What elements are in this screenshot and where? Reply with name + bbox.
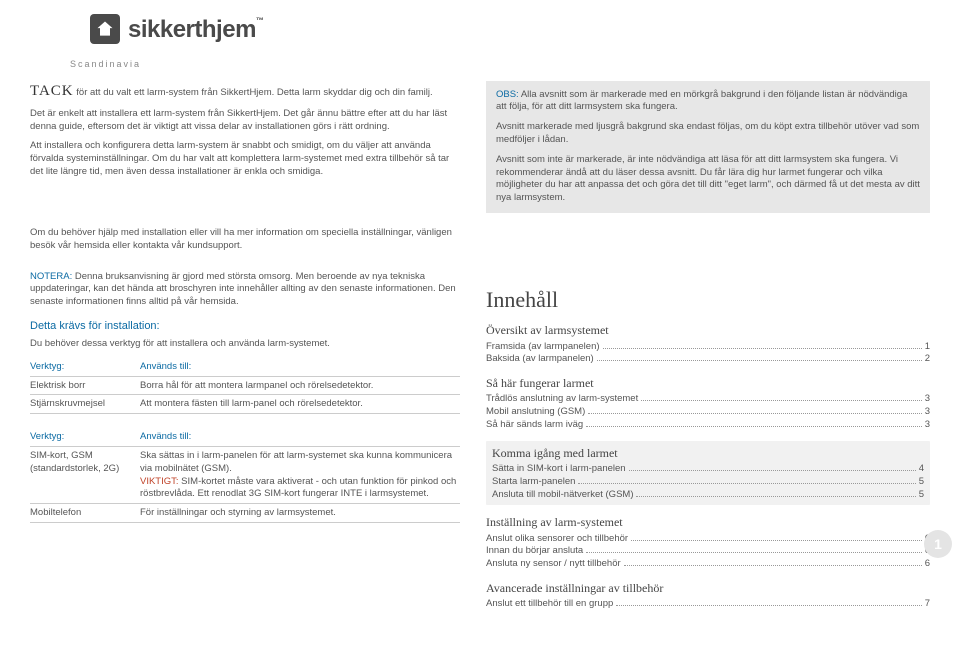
toc-section-head: Avancerade inställningar av tillbehör	[486, 580, 930, 596]
toc-section-head: Komma igång med larmet	[492, 445, 924, 461]
table-row: StjärnskruvmejselAtt montera fästen till…	[30, 395, 460, 414]
toc-section: Inställning av larm-systemet Anslut olika…	[486, 514, 930, 571]
toc-item: Sätta in SIM-kort i larm-panelen4	[492, 463, 924, 476]
table-row: Mobiltelefon För inställningar och styrn…	[30, 504, 460, 523]
tools-table-1: Verktyg:Används till: Elektrisk borrBorr…	[30, 358, 460, 414]
toc-section-head: Inställning av larm-systemet	[486, 514, 930, 530]
obs-lead: OBS:	[496, 89, 519, 100]
toc-item: Innan du börjar ansluta6	[486, 545, 930, 558]
brand-block: sikkerthjem™ Scandinavia	[30, 14, 930, 71]
toc-item: Anslut olika sensorer och tillbehör6	[486, 533, 930, 546]
toc-title: Innehåll	[486, 285, 930, 315]
tools-table-2: Verktyg:Används till: SIM-kort, GSM (sta…	[30, 428, 460, 523]
trademark-icon: ™	[256, 16, 264, 25]
toc-item: Ansluta ny sensor / nytt tillbehör6	[486, 558, 930, 571]
toc-item: Trådlös anslutning av larm-systemet3	[486, 393, 930, 406]
toc-section: Avancerade inställningar av tillbehör Ans…	[486, 580, 930, 611]
intro-p4: Om du behöver hjälp med installation ell…	[30, 227, 460, 253]
toc-item: Baksida (av larmpanelen)2	[486, 353, 930, 366]
brand-name: sikkerthjem	[128, 16, 256, 43]
toc-section-head: Översikt av larmsystemet	[486, 322, 930, 338]
toc-section: Komma igång med larmet Sätta in SIM-kort …	[486, 441, 930, 506]
intro-thanks: TACK för att du valt ett larm-system frå…	[30, 81, 460, 101]
toc-item: Framsida (av larmpanelen)1	[486, 341, 930, 354]
requirements-sub: Du behöver dessa verktyg för att install…	[30, 338, 460, 351]
requirements-title: Detta krävs för installation:	[30, 319, 460, 334]
brand-subtitle: Scandinavia	[70, 58, 930, 70]
toc-item: Så här sänds larm iväg3	[486, 419, 930, 432]
notera-block: NOTERA: Denna bruksanvisning är gjord me…	[30, 271, 460, 309]
page-number-badge: 1	[924, 530, 952, 558]
toc-item: Ansluta till mobil-nätverket (GSM)5	[492, 489, 924, 502]
toc: Innehåll Översikt av larmsystemet Framsid…	[486, 271, 930, 620]
obs-box: OBS: Alla avsnitt som är markerade med e…	[486, 81, 930, 214]
toc-item: Mobil anslutning (GSM)3	[486, 406, 930, 419]
toc-section: Så här fungerar larmet Trådlös anslutning…	[486, 375, 930, 432]
toc-item: Starta larm-panelen5	[492, 476, 924, 489]
toc-item: Anslut ett tillbehör till en grupp7	[486, 598, 930, 611]
table-row: SIM-kort, GSM (standardstorlek, 2G) Ska …	[30, 447, 460, 504]
toc-section: Översikt av larmsystemet Framsida (av lar…	[486, 322, 930, 366]
table-row: Elektrisk borrBorra hål för att montera …	[30, 377, 460, 396]
intro-p2: Det är enkelt att installera ett larm-sy…	[30, 108, 460, 134]
toc-section-head: Så här fungerar larmet	[486, 375, 930, 391]
house-icon	[90, 14, 120, 44]
intro-p3: Att installera och konfigurera detta lar…	[30, 140, 460, 178]
